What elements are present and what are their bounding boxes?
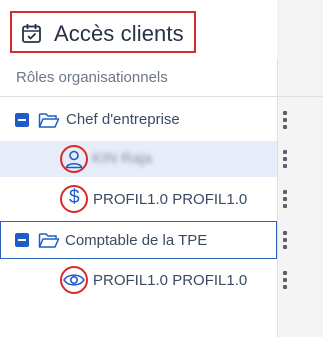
highlight-circle [60,185,88,213]
tree-row-label: Comptable de la TPE [65,232,208,249]
tree-row-comptable-tpe[interactable]: Comptable de la TPE [0,221,277,259]
tree-row-label: PROFIL1.0 PROFIL1.0 [93,191,248,208]
tree-row-chef-entreprise[interactable]: Chef d'entreprise [0,102,277,138]
table-header: Rôles organisationnels [0,59,323,97]
kebab-menu-icon[interactable] [283,150,287,168]
column-separator [277,59,278,337]
tree-row-profile-eye[interactable]: PROFIL1.0 PROFIL1.0 [0,262,277,298]
tree-row-label: KIN Raja [92,150,153,167]
highlight-circle [60,266,88,294]
kebab-menu-icon[interactable] [283,231,287,249]
access-panel: Accès clients Rôles organisationnels Che… [0,0,323,337]
minus-square-icon[interactable] [15,233,29,247]
page-title: Accès clients [54,21,184,46]
tree-row-label: Chef d'entreprise [66,111,180,128]
tree-row-profile-dollar[interactable]: $ PROFIL1.0 PROFIL1.0 [0,181,277,217]
page-title-box: Accès clients [10,11,196,53]
column-header-roles: Rôles organisationnels [16,69,168,86]
calendar-check-icon [22,24,41,43]
folder-open-icon [38,233,60,248]
folder-open-icon [38,113,60,128]
kebab-menu-icon[interactable] [283,190,287,208]
kebab-menu-icon[interactable] [283,111,287,129]
tree-row-user[interactable]: KIN Raja [0,141,277,177]
minus-square-icon[interactable] [15,113,29,127]
highlight-circle [60,145,88,173]
tree-row-label: PROFIL1.0 PROFIL1.0 [93,272,248,289]
kebab-menu-icon[interactable] [283,271,287,289]
